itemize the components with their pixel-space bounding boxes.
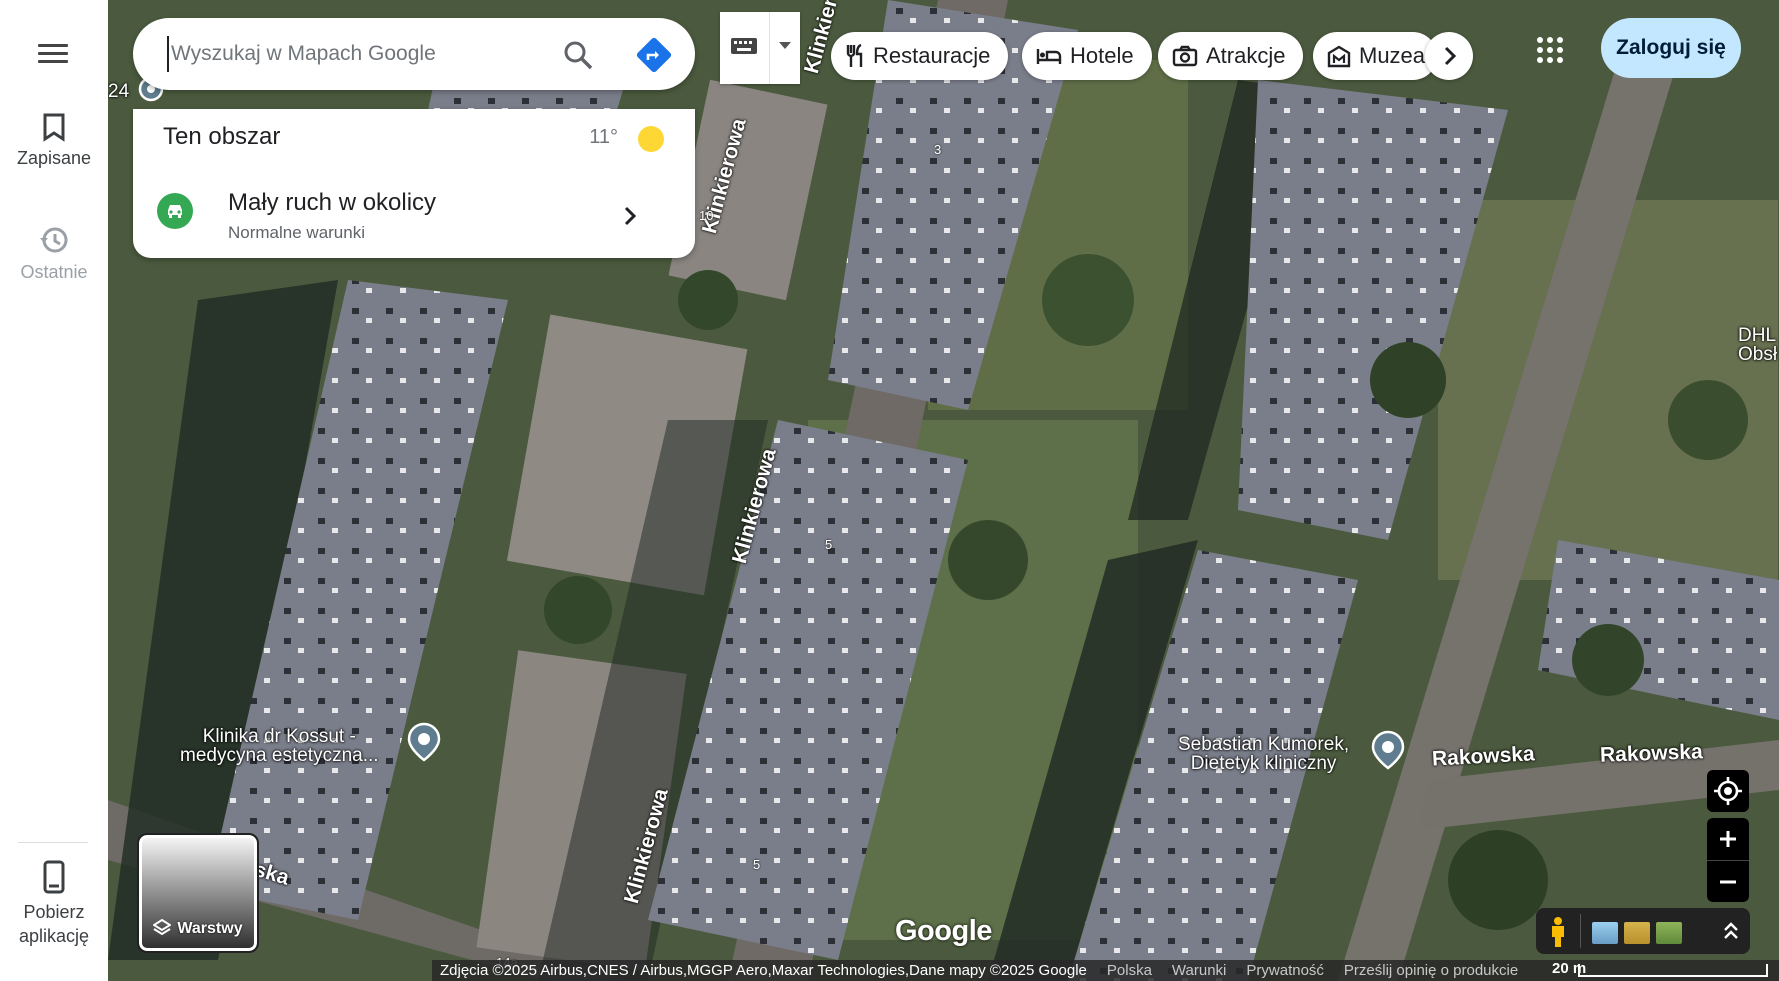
house-number: 5 [753, 857, 761, 872]
house-number: 10 [699, 208, 714, 223]
search-input[interactable] [167, 36, 547, 72]
chip-label: Restauracje [873, 43, 991, 68]
edge-label-line: Obsł [1738, 344, 1778, 365]
area-card: Ten obszar 11° Mały ruch w okolicy Norma… [133, 109, 695, 258]
imagery-thumbnail[interactable] [1592, 922, 1618, 944]
traffic-title: Mały ruch w okolicy [228, 189, 437, 216]
search-icon[interactable] [561, 38, 595, 72]
keyboard-icon [731, 38, 757, 54]
scale-bar [1578, 964, 1768, 977]
sun-icon [638, 126, 664, 152]
login-button[interactable]: Zaloguj się [1601, 18, 1741, 78]
edge-label-line: DHL [1738, 325, 1777, 346]
bookmark-icon [43, 113, 65, 142]
poi-label-line: Klinika dr Kossut - [202, 726, 356, 747]
temperature: 11° [589, 126, 618, 148]
imagery-thumbnail[interactable] [1656, 922, 1682, 944]
traffic-subtitle: Normalne warunki [228, 223, 365, 242]
chip-museums[interactable]: Muzea [1313, 32, 1437, 80]
phone-icon [43, 860, 65, 894]
chip-attractions[interactable]: Atrakcje [1158, 32, 1304, 80]
my-location-icon[interactable] [1707, 770, 1749, 812]
attribution-text: Zdjęcia ©2025 Airbus,CNES / Airbus,MGGP … [440, 962, 1087, 979]
menu-icon[interactable] [36, 40, 70, 70]
imagery-thumbnail[interactable] [1624, 922, 1650, 944]
left-rail: Zapisane Ostatnie [0, 0, 108, 981]
footer-link-terms[interactable]: Warunki [1172, 962, 1226, 979]
chip-label: Muzea [1359, 43, 1426, 68]
edge-label: DHL Obsł [1738, 326, 1777, 364]
poi-label-dietitian[interactable]: Sebastian Kumorek, Dietetyk kliniczny [1178, 735, 1349, 773]
get-app-button[interactable]: Pobierz aplikację [0, 860, 108, 948]
house-number: 3 [934, 142, 942, 157]
footer-link-feedback[interactable]: Prześlij opinię o produkcie [1344, 962, 1518, 979]
layers-caption: Warstwy [142, 918, 254, 938]
rail-divider [18, 842, 88, 843]
chip-label: Atrakcje [1206, 43, 1286, 68]
poi-label-line: Sebastian Kumorek, [1178, 734, 1350, 755]
pegman-icon[interactable] [1548, 916, 1568, 948]
google-logo: Google [895, 915, 992, 947]
street-label: Rakowska [1599, 740, 1704, 767]
imagery-strip [1536, 908, 1750, 954]
directions-icon[interactable] [635, 36, 673, 74]
zoom-out-icon[interactable] [1707, 860, 1749, 902]
map-pin-icon[interactable] [1371, 730, 1405, 770]
chip-restaurants[interactable]: Restauracje [831, 32, 1009, 80]
chip-label: Hotele [1070, 43, 1134, 68]
map-footer: Zdjęcia ©2025 Airbus,CNES / Airbus,MGGP … [432, 960, 1779, 981]
keyboard-button[interactable] [720, 12, 800, 84]
poi-label-line: medycyna estetyczna... [180, 745, 379, 766]
chevron-right-icon [624, 206, 637, 226]
zoom-in-icon[interactable] [1707, 818, 1749, 860]
restaurant-icon [846, 43, 863, 67]
expand-up-icon[interactable] [1722, 920, 1740, 942]
layers-label: Warstwy [177, 920, 243, 937]
hotel-icon [1036, 49, 1062, 64]
traffic-row[interactable]: Mały ruch w okolicy Normalne warunki [133, 171, 695, 251]
map-pin-icon[interactable] [407, 722, 441, 762]
keyboard-divider [769, 12, 770, 84]
layers-button[interactable]: Warstwy [137, 833, 259, 953]
area-title: Ten obszar [163, 123, 281, 150]
chevron-right-icon[interactable] [1425, 32, 1473, 80]
caret-down-icon[interactable] [779, 42, 791, 49]
poi-label-line: Dietetyk kliniczny [1190, 753, 1337, 774]
footer-link-country[interactable]: Polska [1107, 962, 1152, 979]
history-icon [40, 227, 68, 253]
rail-item-recent[interactable]: Ostatnie [0, 224, 108, 283]
get-app-label: Pobierz aplikację [18, 902, 90, 946]
car-traffic-icon [157, 193, 193, 229]
camera-icon [1172, 45, 1198, 67]
rail-item-recent-label: Ostatnie [20, 262, 88, 282]
strip-divider [1580, 914, 1581, 948]
footer-link-privacy[interactable]: Prywatność [1246, 962, 1324, 979]
house-number: 5 [825, 537, 833, 552]
apps-grid-icon[interactable] [1535, 35, 1565, 65]
search-box [133, 18, 695, 90]
rail-item-saved[interactable]: Zapisane [0, 112, 108, 169]
poi-label-clinic[interactable]: Klinika dr Kossut - medycyna estetyczna.… [180, 727, 379, 765]
edge-label: 24 [108, 81, 130, 102]
rail-item-saved-label: Zapisane [16, 148, 92, 168]
museum-icon [1327, 45, 1351, 68]
layers-icon [152, 918, 173, 936]
chip-hotels[interactable]: Hotele [1022, 32, 1152, 80]
